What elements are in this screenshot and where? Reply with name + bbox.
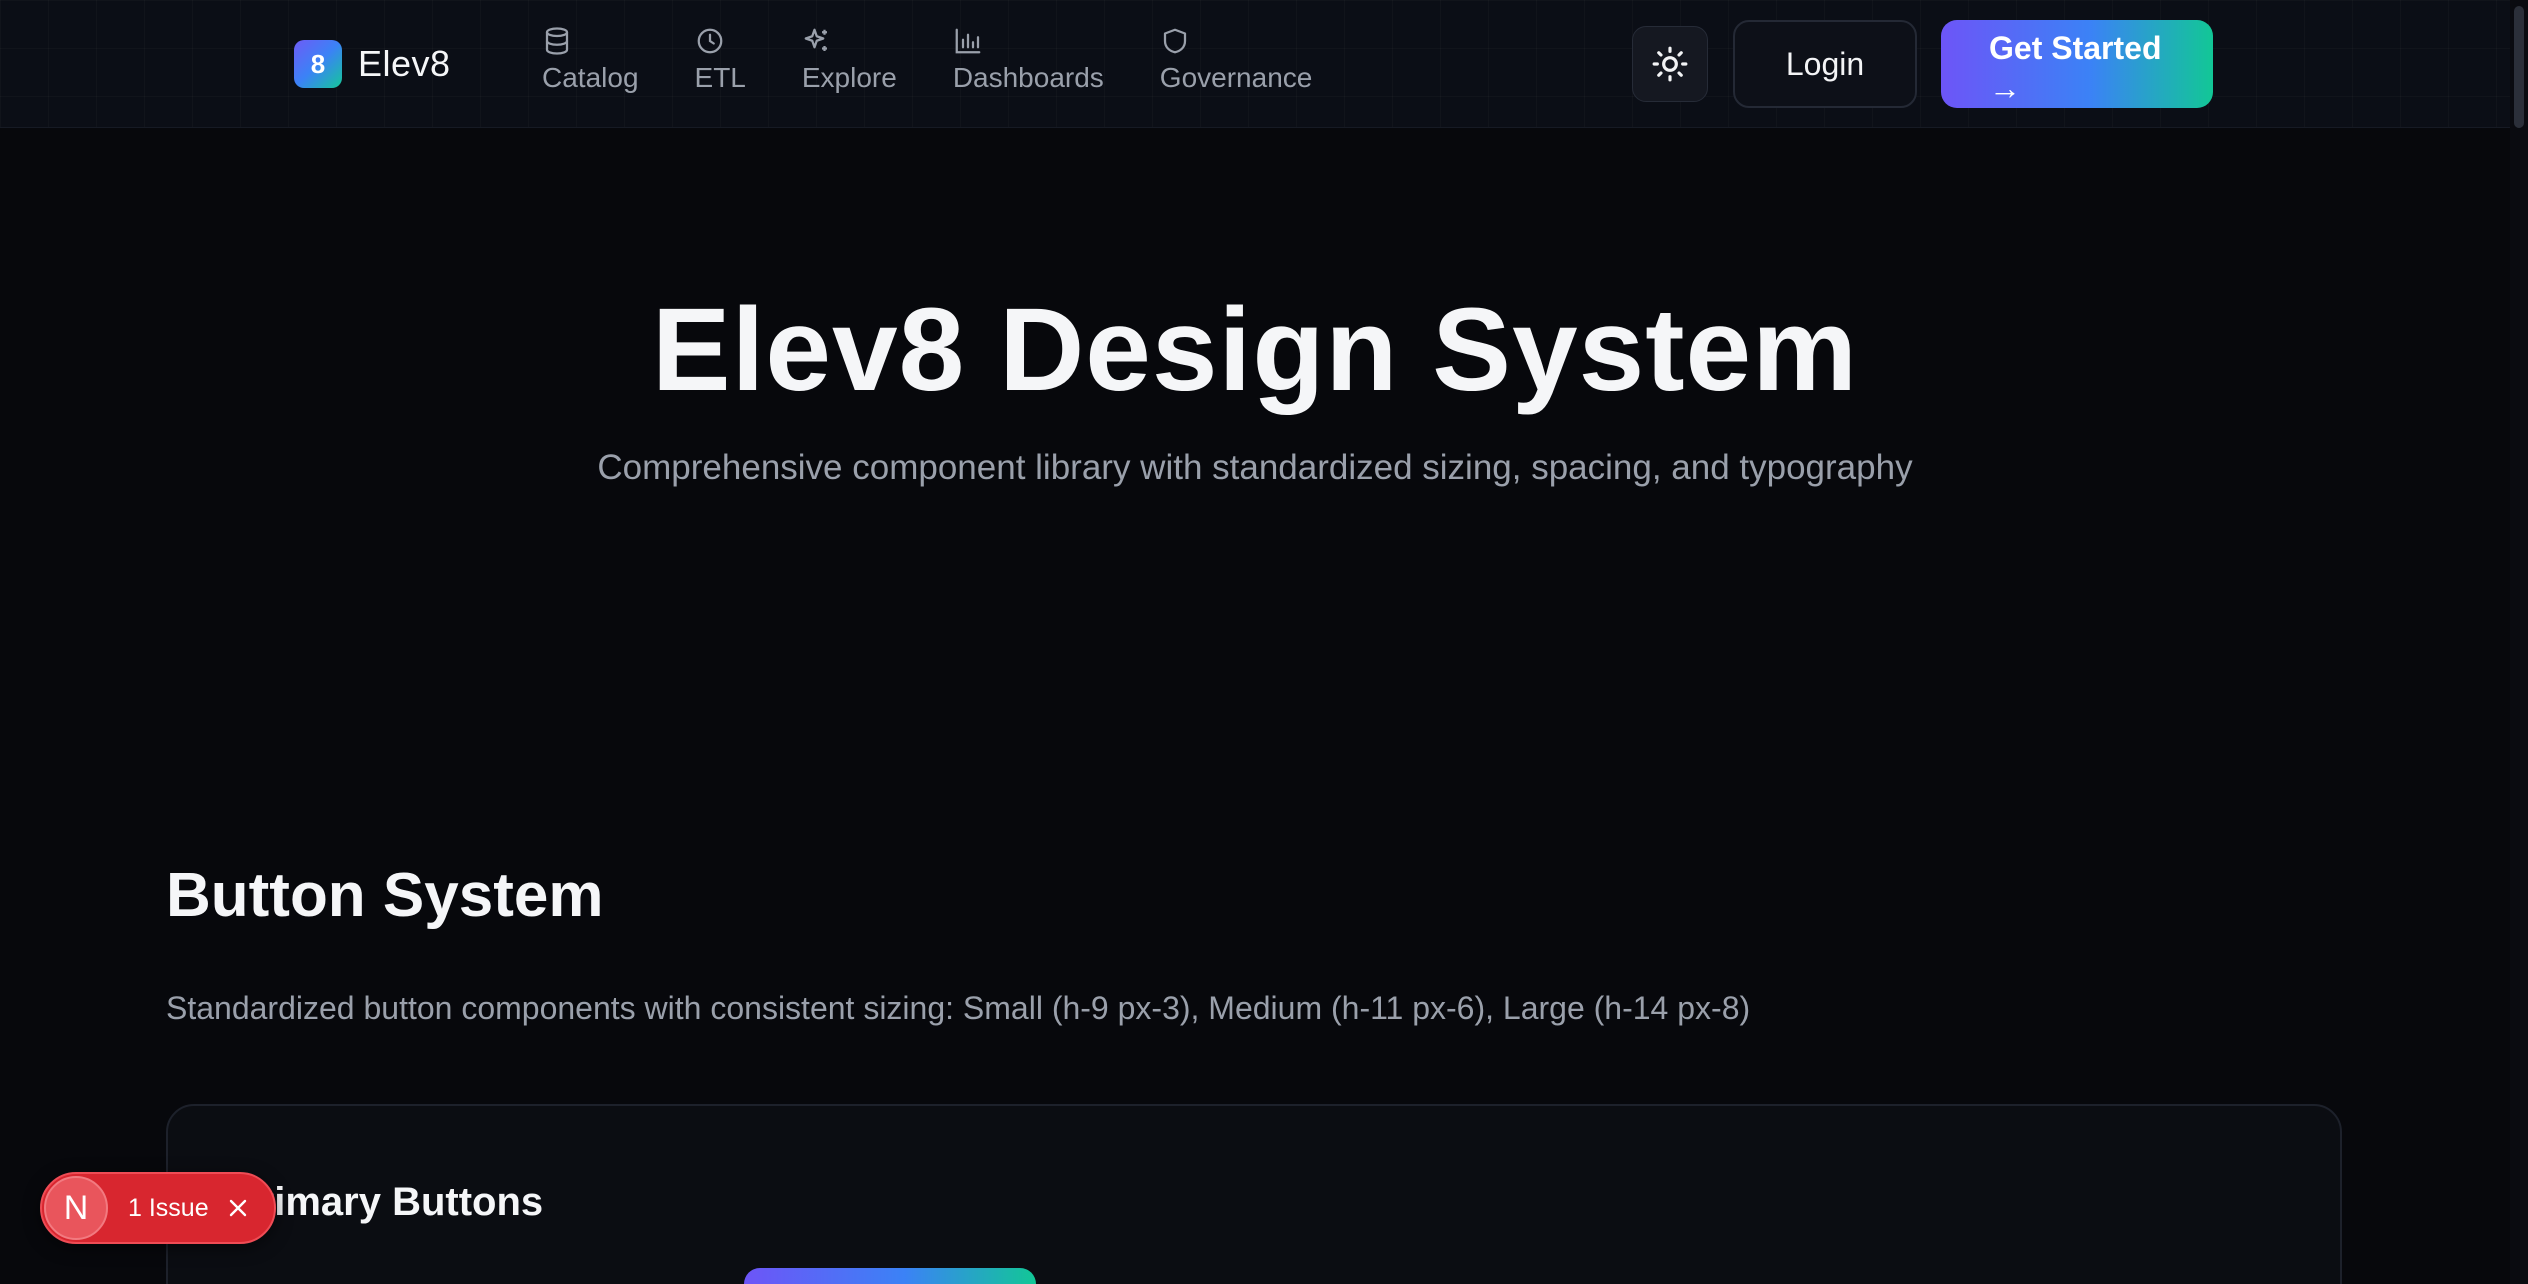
nav-item-dashboards[interactable]: Dashboards bbox=[953, 26, 1104, 102]
nav-label: Dashboards bbox=[952, 62, 1104, 93]
page-scrollbar[interactable] bbox=[2510, 0, 2528, 1284]
brand-link[interactable]: 8 Elev8 bbox=[294, 38, 451, 90]
page-subtitle: Comprehensive component library with sta… bbox=[597, 448, 1913, 487]
clock-icon bbox=[697, 28, 722, 54]
issue-count-label: 1 Issue bbox=[128, 1193, 209, 1222]
section-description: Standardized button components with cons… bbox=[166, 990, 1751, 1026]
brand-name: Elev8 bbox=[358, 43, 451, 84]
nav-item-catalog[interactable]: Catalog bbox=[542, 26, 639, 102]
login-button[interactable]: Login bbox=[1733, 20, 1917, 108]
close-issues-button[interactable] bbox=[225, 1195, 251, 1221]
get-started-label: Get Started bbox=[1989, 30, 2162, 66]
nav-label: Governance bbox=[1159, 62, 1313, 93]
sparkles-icon bbox=[804, 28, 827, 51]
issues-badge[interactable]: N 1 Issue bbox=[40, 1172, 276, 1244]
main-nav: Catalog ETL Explore Dashboards Governanc… bbox=[542, 26, 1368, 102]
arrow-right-icon: → bbox=[1989, 70, 2021, 106]
nav-label: ETL bbox=[694, 62, 746, 93]
section-title: Button System bbox=[166, 861, 604, 930]
nav-label: Catalog bbox=[542, 62, 639, 93]
page-title: Elev8 Design System bbox=[651, 284, 1859, 416]
primary-buttons-card: Primary Buttons bbox=[166, 1104, 2342, 1284]
brand-logo-icon: 8 bbox=[294, 40, 342, 88]
top-navigation-bar: 8 Elev8 Catalog ETL Explore Dashboards G… bbox=[0, 0, 2528, 128]
nav-label: Explore bbox=[801, 62, 897, 93]
nav-item-governance[interactable]: Governance bbox=[1159, 26, 1313, 102]
theme-toggle-button[interactable] bbox=[1632, 26, 1708, 102]
shield-icon bbox=[1163, 28, 1186, 54]
sun-icon bbox=[1652, 46, 1688, 82]
bar-chart-icon bbox=[955, 28, 981, 54]
scrollbar-thumb[interactable] bbox=[2514, 6, 2524, 128]
primary-button-sample[interactable] bbox=[744, 1268, 1036, 1284]
nav-item-etl[interactable]: ETL bbox=[695, 26, 746, 102]
database-icon bbox=[545, 27, 569, 55]
get-started-button[interactable]: Get Started → bbox=[1941, 20, 2213, 108]
nextjs-logo-icon: N bbox=[44, 1176, 108, 1240]
close-icon bbox=[229, 1199, 246, 1217]
nav-item-explore[interactable]: Explore bbox=[802, 26, 897, 102]
card-title: Primary Buttons bbox=[232, 1180, 544, 1224]
